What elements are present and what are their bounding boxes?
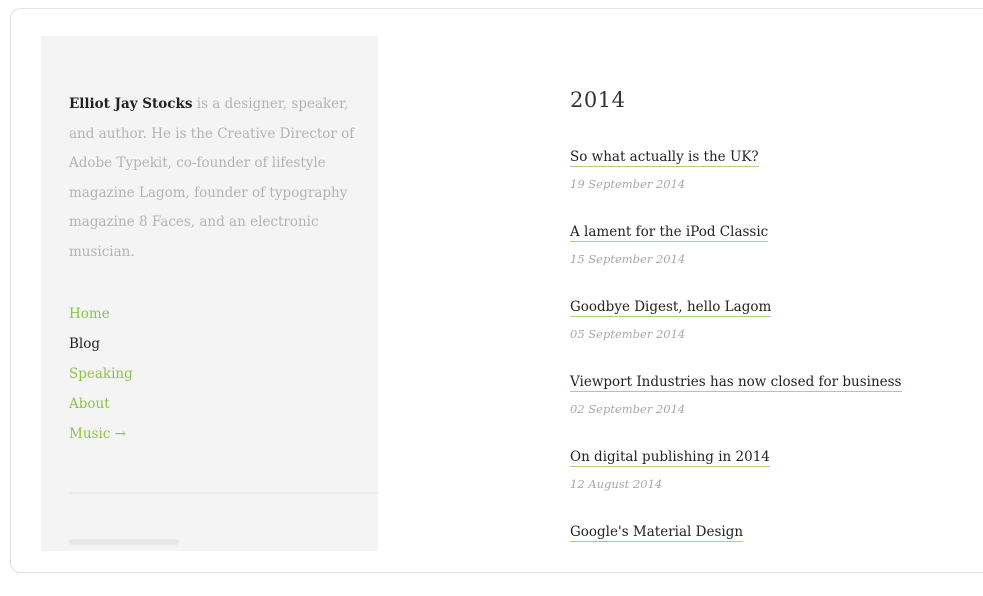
nav-item-music: Music → [69, 419, 133, 449]
nav-link-home[interactable]: Home [69, 306, 110, 322]
author-bio: Elliot Jay Stocks is a designer, speaker… [69, 90, 359, 267]
post-title-link[interactable]: On digital publishing in 2014 [570, 448, 770, 467]
post-item: Google's Material Design [570, 521, 902, 596]
nav-item-blog: Blog [69, 329, 133, 359]
nav-item-about: About [69, 389, 133, 419]
sidebar: Elliot Jay Stocks is a designer, speaker… [41, 36, 378, 551]
author-name: Elliot Jay Stocks [69, 96, 193, 112]
post-date: 02 September 2014 [570, 402, 686, 416]
post-title-link[interactable]: A lament for the iPod Classic [570, 223, 769, 242]
bio-text: is a designer, speaker, and author. He i… [69, 96, 355, 260]
post-date: 15 September 2014 [570, 252, 686, 266]
post-title-link[interactable]: Goodbye Digest, hello Lagom [570, 298, 772, 317]
post-title-link[interactable]: So what actually is the UK? [570, 148, 759, 167]
nav-item-home: Home [69, 299, 133, 329]
post-item: A lament for the iPod Classic 15 Septemb… [570, 221, 902, 296]
nav-link-about[interactable]: About [69, 396, 110, 412]
post-title-link[interactable]: Google's Material Design [570, 523, 744, 542]
post-date: 05 September 2014 [570, 327, 686, 341]
sidebar-divider [69, 492, 378, 494]
nav-item-speaking: Speaking [69, 359, 133, 389]
post-item: Viewport Industries has now closed for b… [570, 371, 902, 446]
post-date: 19 September 2014 [570, 177, 686, 191]
post-item: So what actually is the UK? 19 September… [570, 146, 902, 221]
nav-link-blog[interactable]: Blog [69, 336, 100, 352]
post-title-link[interactable]: Viewport Industries has now closed for b… [570, 373, 902, 392]
nav-link-speaking[interactable]: Speaking [69, 366, 133, 382]
post-item: Goodbye Digest, hello Lagom 05 September… [570, 296, 902, 371]
sidebar-faded-text [69, 539, 179, 545]
year-heading: 2014 [570, 88, 626, 112]
nav-link-music[interactable]: Music → [69, 426, 126, 442]
post-item: On digital publishing in 2014 12 August … [570, 446, 902, 521]
post-list: So what actually is the UK? 19 September… [570, 146, 902, 596]
post-date: 12 August 2014 [570, 477, 663, 491]
site-nav: Home Blog Speaking About Music → [69, 299, 133, 449]
